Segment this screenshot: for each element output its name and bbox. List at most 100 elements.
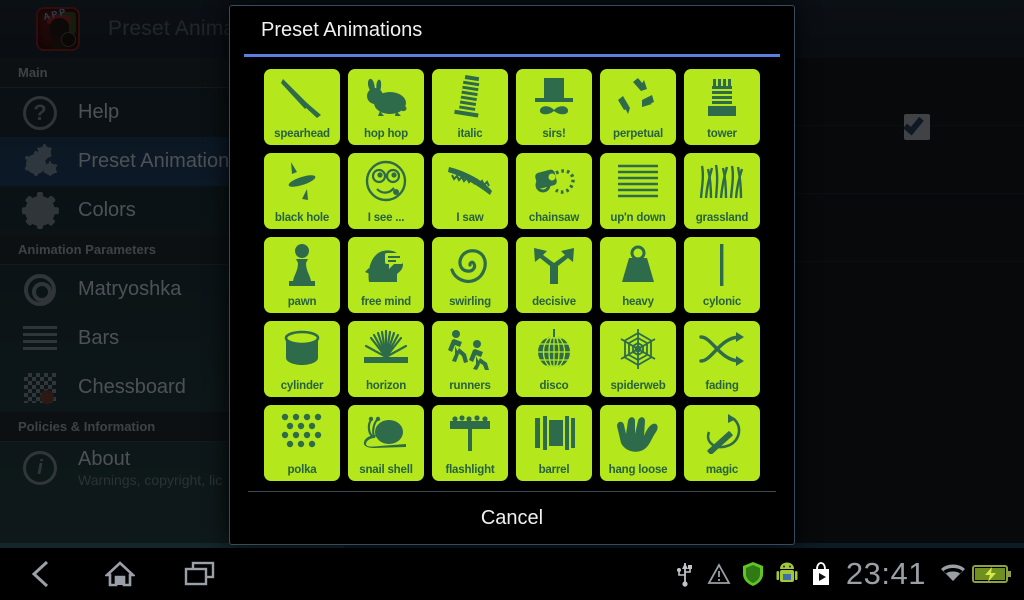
preset-tile-hop-hop[interactable]: hop hop bbox=[348, 69, 424, 146]
preset-tile-hang-loose[interactable]: hang loose bbox=[600, 405, 676, 482]
preset-tile-label: tower bbox=[707, 128, 737, 141]
preset-tile-label: decisive bbox=[532, 296, 576, 309]
preset-tile-label: polka bbox=[287, 464, 317, 477]
recents-icon[interactable] bbox=[160, 548, 240, 600]
preset-tile-black-hole[interactable]: black hole bbox=[264, 153, 340, 230]
preset-tile-label: cylonic bbox=[702, 296, 742, 309]
preset-tile-spearhead[interactable]: spearhead bbox=[264, 69, 340, 146]
shaka-hand-icon bbox=[600, 407, 676, 459]
cancel-button[interactable]: Cancel bbox=[230, 492, 794, 544]
preset-tile-label: hop hop bbox=[364, 128, 408, 141]
preset-tile-polka[interactable]: polka bbox=[264, 405, 340, 482]
preset-tile-label: black hole bbox=[274, 212, 330, 225]
cylinder-icon bbox=[264, 323, 340, 375]
preset-animations-dialog: Preset Animations spearhead hop hop italic… bbox=[229, 5, 795, 545]
horizontal-lines-icon bbox=[600, 155, 676, 207]
preset-tile-i-saw[interactable]: I saw bbox=[432, 153, 508, 230]
preset-tile-label: perpetual bbox=[613, 128, 663, 141]
preset-tile-heavy[interactable]: heavy bbox=[600, 237, 676, 314]
preset-tile-label: disco bbox=[539, 380, 569, 393]
preset-tile-pawn[interactable]: pawn bbox=[264, 237, 340, 314]
polka-dots-icon bbox=[264, 407, 340, 459]
preset-tile-flashlight[interactable]: flashlight bbox=[432, 405, 508, 482]
disco-ball-icon bbox=[516, 323, 592, 375]
preset-tile-label: runners bbox=[449, 380, 491, 393]
spear-icon bbox=[264, 71, 340, 123]
preset-tile-label: grassland bbox=[695, 212, 749, 225]
head-thought-icon bbox=[348, 239, 424, 291]
preset-tile-label: pawn bbox=[287, 296, 317, 309]
preset-tile-swirling[interactable]: swirling bbox=[432, 237, 508, 314]
system-navbar: 23:41 bbox=[0, 548, 1024, 600]
crossing-arrows-icon bbox=[684, 323, 760, 375]
preset-tile-decisive[interactable]: decisive bbox=[516, 237, 592, 314]
preset-tile-label: I saw bbox=[456, 212, 484, 225]
preset-tile-magic[interactable]: magic bbox=[684, 405, 760, 482]
preset-tile-disco[interactable]: disco bbox=[516, 321, 592, 398]
preset-tile-label: I see ... bbox=[367, 212, 405, 225]
preset-tile-chainsaw[interactable]: chainsaw bbox=[516, 153, 592, 230]
android-robot-icon bbox=[770, 548, 804, 600]
preset-tile-up-n-down[interactable]: up'n down bbox=[600, 153, 676, 230]
rabbit-icon bbox=[348, 71, 424, 123]
flashlight-icon bbox=[432, 407, 508, 459]
preset-tile-cylonic[interactable]: cylonic bbox=[684, 237, 760, 314]
dialog-title: Preset Animations bbox=[261, 18, 423, 41]
spiral-icon bbox=[432, 239, 508, 291]
preset-tile-i-see[interactable]: I see ... bbox=[348, 153, 424, 230]
back-icon[interactable] bbox=[0, 548, 80, 600]
preset-tile-tower[interactable]: tower bbox=[684, 69, 760, 146]
preset-tile-label: horizon bbox=[365, 380, 407, 393]
tower-icon bbox=[684, 71, 760, 123]
hand-saw-icon bbox=[432, 155, 508, 207]
runners-icon bbox=[432, 323, 508, 375]
barrel-icon bbox=[516, 407, 592, 459]
home-icon[interactable] bbox=[80, 548, 160, 600]
preset-tile-label: chainsaw bbox=[528, 212, 580, 225]
preset-tile-label: cylinder bbox=[280, 380, 324, 393]
preset-tile-sirs[interactable]: sirs! bbox=[516, 69, 592, 146]
preset-tile-label: snail shell bbox=[359, 464, 413, 477]
preset-tile-free-mind[interactable]: free mind bbox=[348, 237, 424, 314]
preset-tile-label: up'n down bbox=[610, 212, 666, 225]
preset-tile-snail-shell[interactable]: snail shell bbox=[348, 405, 424, 482]
snail-icon bbox=[348, 407, 424, 459]
wifi-icon bbox=[936, 548, 970, 600]
usb-icon bbox=[668, 548, 702, 600]
preset-tile-label: swirling bbox=[449, 296, 491, 309]
preset-tile-label: fading bbox=[705, 380, 739, 393]
preset-tile-label: hang loose bbox=[608, 464, 668, 477]
magic-wand-icon bbox=[684, 407, 760, 459]
preset-tile-runners[interactable]: runners bbox=[432, 321, 508, 398]
black-hole-icon bbox=[264, 155, 340, 207]
preset-tile-label: spearhead bbox=[274, 128, 330, 141]
shield-icon bbox=[736, 548, 770, 600]
preset-tile-label: magic bbox=[705, 464, 739, 477]
preset-tile-label: italic bbox=[457, 128, 483, 141]
preset-tile-cylinder[interactable]: cylinder bbox=[264, 321, 340, 398]
warning-triangle-icon bbox=[702, 548, 736, 600]
preset-tile-spiderweb[interactable]: spiderweb bbox=[600, 321, 676, 398]
preset-tile-horizon[interactable]: horizon bbox=[348, 321, 424, 398]
spiderweb-icon bbox=[600, 323, 676, 375]
preset-tile-label: spiderweb bbox=[610, 380, 666, 393]
preset-tile-perpetual[interactable]: perpetual bbox=[600, 69, 676, 146]
fork-arrows-icon bbox=[516, 239, 592, 291]
clock: 23:41 bbox=[845, 556, 926, 591]
preset-tile-grassland[interactable]: grassland bbox=[684, 153, 760, 230]
preset-tile-label: free mind bbox=[361, 296, 411, 309]
recycle-icon bbox=[600, 71, 676, 123]
chess-pawn-icon bbox=[264, 239, 340, 291]
leaning-tower-icon bbox=[432, 71, 508, 123]
preset-tile-label: barrel bbox=[538, 464, 570, 477]
preset-tile-fading[interactable]: fading bbox=[684, 321, 760, 398]
face-eyes-icon bbox=[348, 155, 424, 207]
preset-tile-barrel[interactable]: barrel bbox=[516, 405, 592, 482]
play-store-icon bbox=[804, 548, 838, 600]
chainsaw-icon bbox=[516, 155, 592, 207]
preset-tile-label: flashlight bbox=[445, 464, 495, 477]
weight-icon bbox=[600, 239, 676, 291]
preset-tiles-grid: spearhead hop hop italic sirs! perpetual towe… bbox=[264, 69, 760, 482]
top-hat-moustache-icon bbox=[516, 71, 592, 123]
preset-tile-italic[interactable]: italic bbox=[432, 69, 508, 146]
